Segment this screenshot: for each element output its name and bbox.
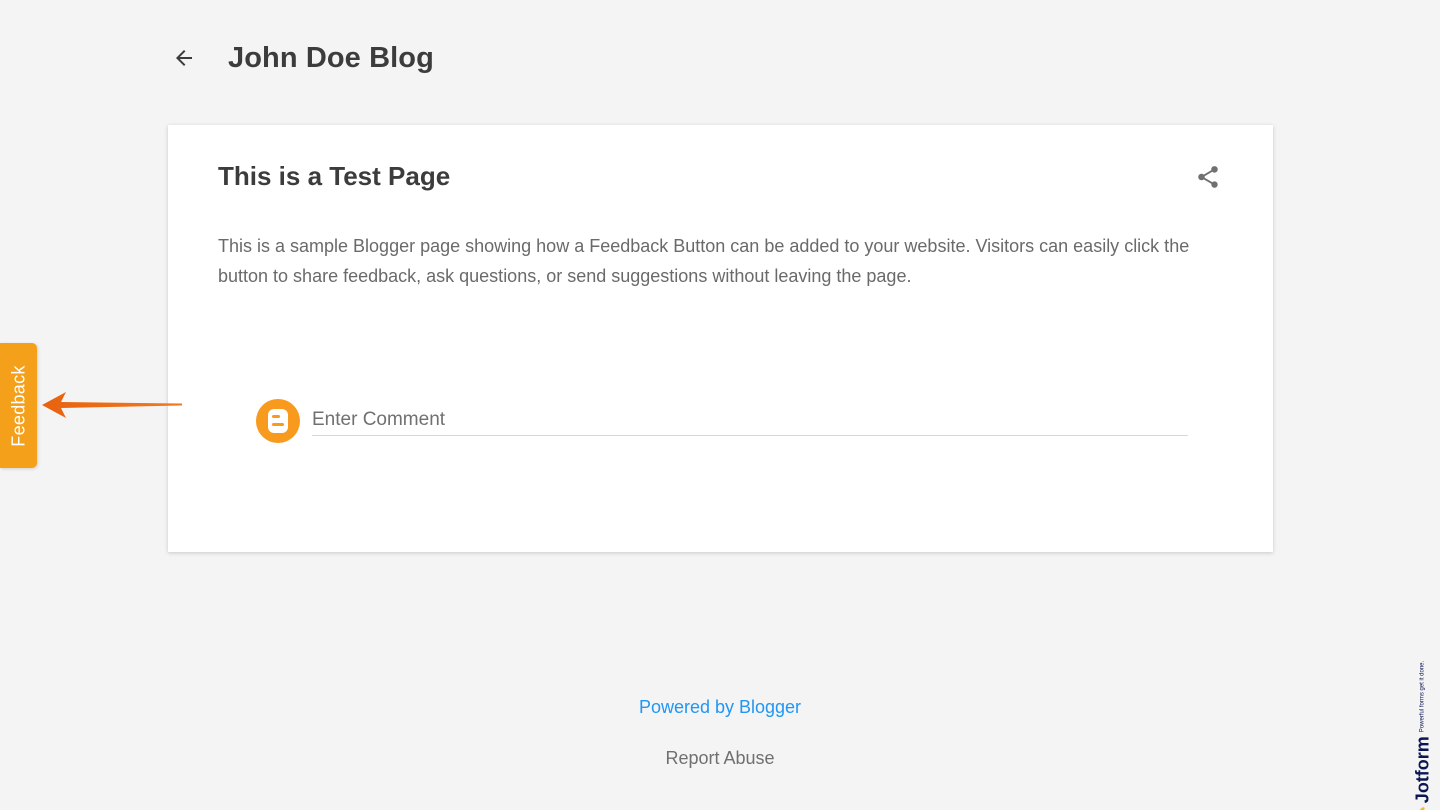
report-abuse-link[interactable]: Report Abuse [665,748,774,768]
post-body: This is a sample Blogger page showing ho… [218,236,1190,286]
jotform-text: Jotform Powerful forms get it done. [1413,661,1434,810]
back-button[interactable] [168,42,200,74]
jotform-tagline: Powerful forms get it done. [1419,660,1426,733]
arrow-left-icon [176,50,192,66]
post-card: This is a Test Page This is a sample Blo… [168,125,1273,552]
post-title: This is a Test Page [218,161,451,191]
comment-row [256,397,1188,447]
comment-input[interactable] [312,405,1188,436]
powered-by-blogger-link[interactable]: Powered by Blogger [639,697,801,717]
arrow-left-annotation-icon [42,392,182,418]
feedback-button[interactable]: Feedback [0,343,37,468]
footer-report: Report Abuse [0,748,1440,769]
blogger-logo-icon [256,399,300,443]
blog-header: John Doe Blog [168,36,434,80]
jotform-name: Jotform [1412,736,1433,804]
share-button[interactable] [1192,161,1224,193]
share-icon [1198,166,1218,188]
feedback-label: Feedback [8,364,28,447]
blog-title[interactable]: John Doe Blog [228,42,434,75]
footer-powered: Powered by Blogger [0,697,1440,718]
page: John Doe Blog This is a Test Page This i… [0,0,1440,810]
jotform-badge[interactable]: Jotform Powerful forms get it done. [1408,661,1438,810]
